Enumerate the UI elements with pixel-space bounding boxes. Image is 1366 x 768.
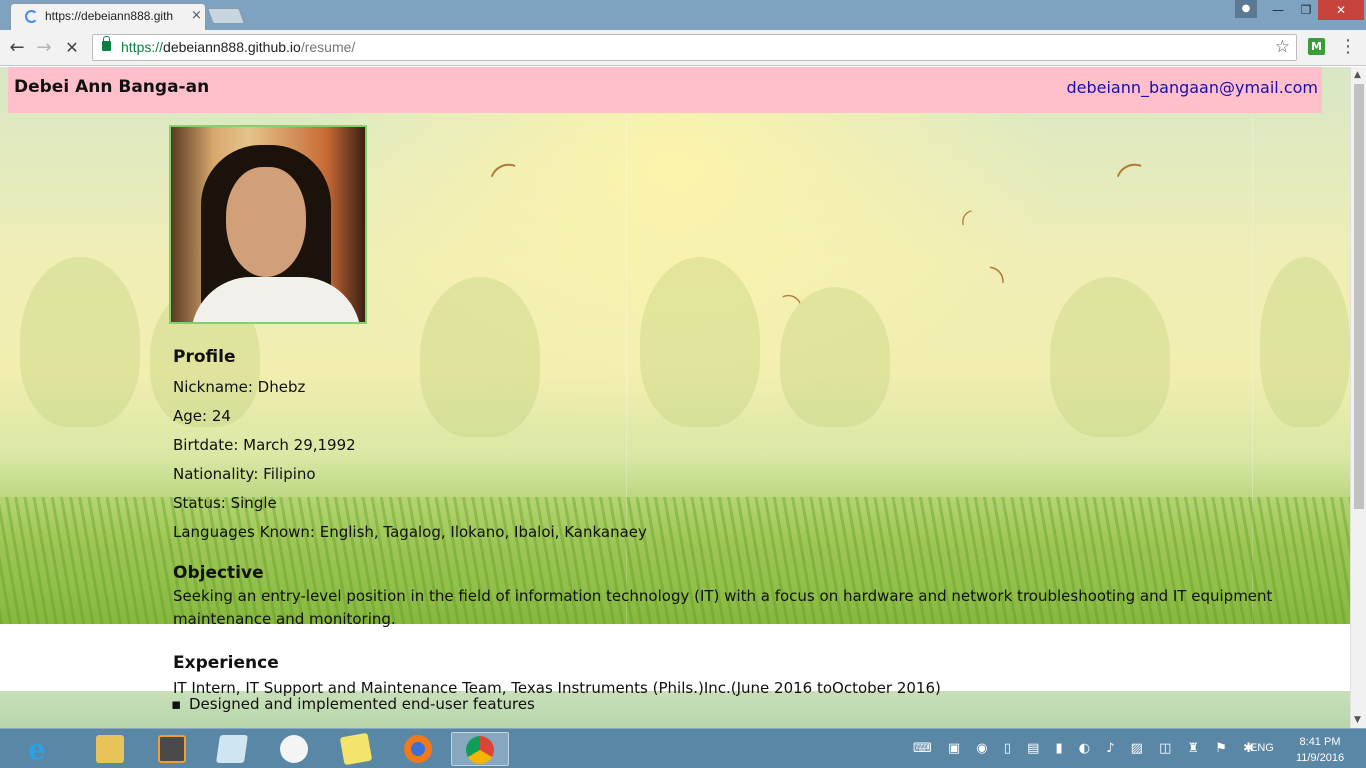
profile-nationality: Nationality: Filipino <box>173 465 316 483</box>
scroll-up-icon[interactable]: ▲ <box>1354 70 1361 80</box>
tab-close-icon[interactable]: × <box>191 8 202 23</box>
url-scheme: https:// <box>121 39 164 55</box>
objective-section: Objective Seeking an entry-level positio… <box>173 563 1283 631</box>
profile-birthdate: Birtdate: March 29,1992 <box>173 436 356 454</box>
tab-title: https://debeiann888.gith <box>45 9 174 23</box>
sublime-text-icon <box>158 735 186 763</box>
profile-languages: Languages Known: English, Tagalog, Iloka… <box>173 523 647 541</box>
tree-shape <box>20 257 140 427</box>
taskbar-file-explorer[interactable] <box>88 732 132 766</box>
profile-photo <box>169 125 367 324</box>
address-bar[interactable]: https://debeiann888.github.io/resume/ ☆ <box>92 34 1297 61</box>
email-link[interactable]: debeiann_bangaan@ymail.com <box>1066 78 1318 97</box>
experience-section: Experience IT Intern, IT Support and Mai… <box>173 653 941 700</box>
browser-titlebar: https://debeiann888.gith × ● — ❐ ✕ <box>0 0 1366 30</box>
taskbar-sublime-text[interactable] <box>150 732 194 766</box>
firefox-icon <box>404 735 432 763</box>
stop-loading-icon[interactable]: ✕ <box>60 36 84 60</box>
folder-icon <box>96 735 124 763</box>
windows-taskbar: e ⌨ ▣ ◉ ▯ ▤ ▮ ◐ ♪ ▨ ◫ ♜ ⚑ ✱ ENG 8:41 PM … <box>0 728 1366 768</box>
taskbar-app-notes[interactable] <box>334 732 378 766</box>
clock-date: 11/9/2016 <box>1295 752 1345 764</box>
page-scrollbar[interactable]: ▲ ▼ <box>1350 67 1366 728</box>
close-window-button[interactable]: ✕ <box>1318 0 1364 20</box>
internet-explorer-icon[interactable]: e <box>28 733 62 766</box>
objective-text: Seeking an entry-level position in the f… <box>173 587 1273 628</box>
minimize-button[interactable]: — <box>1264 0 1292 20</box>
clock-time: 8:41 PM <box>1299 736 1341 748</box>
sticky-notes-icon <box>339 732 373 766</box>
back-arrow-icon[interactable]: ← <box>5 36 29 60</box>
browser-menu-icon[interactable]: ⋮ <box>1338 36 1358 57</box>
site-name: Debei Ann Banga-an <box>14 77 210 97</box>
profile-status: Status: Single <box>173 494 277 512</box>
new-tab-button[interactable] <box>207 8 245 24</box>
browser-toolbar: ← → ✕ https://debeiann888.github.io/resu… <box>0 30 1366 66</box>
taskbar-app-notepad[interactable] <box>210 732 254 766</box>
url-path: /resume/ <box>300 39 356 55</box>
user-profile-icon[interactable]: ● <box>1235 0 1257 18</box>
bird-icon: ⌒ <box>486 157 527 200</box>
system-tray-icons[interactable]: ⌨ ▣ ◉ ▯ ▤ ▮ ◐ ♪ ▨ ◫ ♜ ⚑ ✱ <box>913 741 1260 756</box>
scroll-thumb[interactable] <box>1354 84 1364 509</box>
snipping-tool-icon <box>280 735 308 763</box>
profile-nickname: Nickname: Dhebz <box>173 378 306 396</box>
bookmark-star-icon[interactable]: ☆ <box>1275 37 1290 57</box>
scroll-down-icon[interactable]: ▼ <box>1354 715 1361 725</box>
url-host: debeiann888.github.io <box>163 39 301 55</box>
extension-icon[interactable]: M <box>1308 38 1325 55</box>
notepad-icon <box>216 735 248 763</box>
taskbar-firefox[interactable] <box>396 732 440 766</box>
secure-lock-icon <box>102 36 111 51</box>
url-text[interactable]: https://debeiann888.github.io/resume/ <box>121 39 355 55</box>
language-indicator[interactable]: ENG <box>1250 742 1274 754</box>
profile-age: Age: 24 <box>173 407 231 425</box>
taskbar-chrome[interactable] <box>451 732 509 766</box>
bird-icon: ⌒ <box>1112 157 1153 200</box>
restore-button[interactable]: ❐ <box>1292 0 1320 20</box>
photo-face <box>226 167 306 277</box>
taskbar-app-snipping[interactable] <box>272 732 316 766</box>
profile-section: Profile Nickname: Dhebz Age: 24 Birtdate… <box>173 347 1283 547</box>
resume-content: Profile Nickname: Dhebz Age: 24 Birtdate… <box>171 347 1283 713</box>
page-viewport: ⌒ ⌒ ⌒ ⌒ ⌒ Debei Ann Banga-an debeiann_ba… <box>0 67 1350 728</box>
chrome-icon <box>466 736 494 764</box>
loading-spinner-icon <box>25 10 38 23</box>
objective-heading: Objective <box>173 563 264 583</box>
site-header: Debei Ann Banga-an debeiann_bangaan@ymai… <box>8 67 1322 113</box>
experience-heading: Experience <box>173 653 279 673</box>
profile-heading: Profile <box>173 347 236 367</box>
forward-arrow-icon[interactable]: → <box>32 36 56 60</box>
browser-tab[interactable]: https://debeiann888.gith × <box>10 3 206 30</box>
experience-list-item: Designed and implemented end-user featur… <box>171 695 535 713</box>
clock[interactable]: 8:41 PM 11/9/2016 <box>1290 734 1350 766</box>
